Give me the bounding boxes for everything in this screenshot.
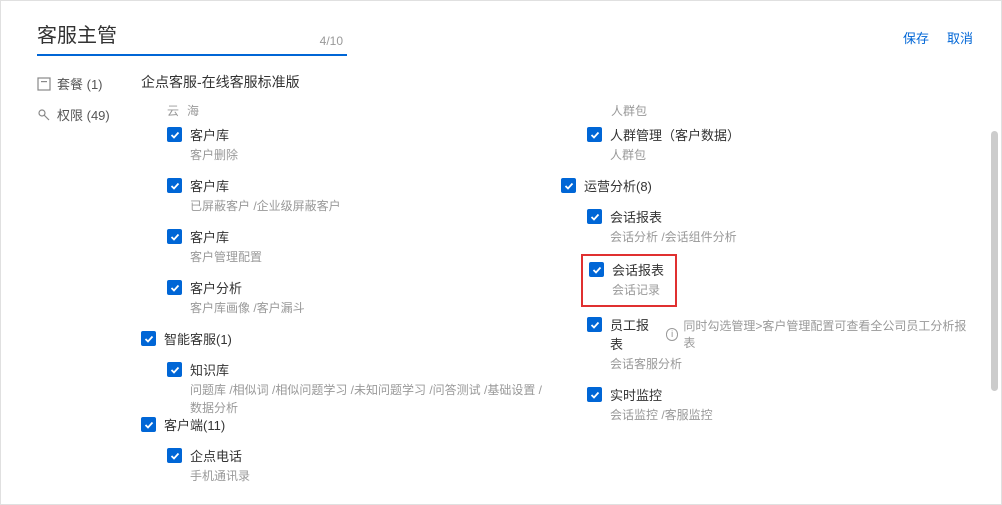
truncated-text: 人群包 bbox=[561, 102, 971, 119]
checkbox[interactable] bbox=[587, 387, 602, 402]
sidebar: 套餐 (1) 权限 (49) bbox=[37, 68, 137, 499]
permission-label: 客户库 bbox=[190, 227, 262, 246]
permission-column-left: 云海 客户库 客户删除 客户库 已屏蔽客户 /企业级屏蔽客户 bbox=[141, 102, 561, 482]
permission-item: 客户分析 客户库画像 /客户漏斗 bbox=[141, 272, 551, 323]
page-counter: 4/10 bbox=[320, 34, 347, 48]
permission-label: 知识库 bbox=[190, 360, 551, 379]
permission-sublabel: 客户删除 bbox=[190, 146, 238, 164]
permission-label: 会话报表 bbox=[610, 207, 737, 226]
permission-sublabel: 会话客服分析 bbox=[610, 355, 971, 373]
checkbox[interactable] bbox=[167, 448, 182, 463]
permission-sublabel: 会话监控 /客服监控 bbox=[610, 406, 713, 424]
truncated-text: 云海 bbox=[141, 102, 551, 119]
permission-sublabel: 手机通讯录 bbox=[190, 467, 250, 482]
product-title: 企点客服-在线客服标准版 bbox=[141, 68, 1001, 102]
checkbox[interactable] bbox=[167, 280, 182, 295]
permission-sublabel: 已屏蔽客户 /企业级屏蔽客户 bbox=[190, 197, 341, 215]
page-title: 客服主管 bbox=[37, 19, 117, 48]
cancel-button[interactable]: 取消 bbox=[947, 28, 973, 47]
checkbox[interactable] bbox=[589, 262, 604, 277]
permission-label: 客户库 bbox=[190, 176, 341, 195]
sidebar-item-label: 套餐 (1) bbox=[57, 74, 103, 93]
permission-label: 实时监控 bbox=[610, 385, 713, 404]
permission-label: 企点电话 bbox=[190, 446, 250, 465]
sidebar-item-label: 权限 (49) bbox=[57, 105, 110, 124]
checkbox[interactable] bbox=[561, 178, 576, 193]
scrollbar[interactable] bbox=[991, 131, 998, 391]
permission-item: 会话报表 会话分析 /会话组件分析 bbox=[561, 201, 971, 252]
checkbox[interactable] bbox=[587, 209, 602, 224]
save-button[interactable]: 保存 bbox=[903, 28, 929, 47]
permission-item: 实时监控 会话监控 /客服监控 bbox=[561, 379, 971, 430]
permission-sublabel: 问题库 /相似词 /相似问题学习 /未知问题学习 /问答测试 /基础设置 /数据… bbox=[190, 381, 551, 417]
permission-item: 客户库 客户管理配置 bbox=[141, 221, 551, 272]
permission-item: 客户库 已屏蔽客户 /企业级屏蔽客户 bbox=[141, 170, 551, 221]
permission-sublabel: 客户管理配置 bbox=[190, 248, 262, 266]
checkbox[interactable] bbox=[587, 127, 602, 142]
permission-label: 客户库 bbox=[190, 125, 238, 144]
permission-label: 人群管理（客户数据） bbox=[610, 125, 740, 144]
permission-label: 运营分析(8) bbox=[584, 176, 652, 195]
permission-sublabel: 会话分析 /会话组件分析 bbox=[610, 228, 737, 246]
permission-group: 运营分析(8) bbox=[561, 170, 971, 201]
checkbox[interactable] bbox=[167, 127, 182, 142]
permission-label: 客户分析 bbox=[190, 278, 305, 297]
permission-item: 员工报表 i 同时勾选管理>客户管理配置可查看全公司员工分析报表 会话客服分析 bbox=[561, 309, 971, 379]
checkbox[interactable] bbox=[587, 317, 602, 332]
checkbox[interactable] bbox=[167, 178, 182, 193]
permission-info: 同时勾选管理>客户管理配置可查看全公司员工分析报表 bbox=[683, 317, 971, 351]
permission-sublabel: 会话记录 bbox=[612, 281, 664, 299]
permission-item: 知识库 问题库 /相似词 /相似问题学习 /未知问题学习 /问答测试 /基础设置… bbox=[141, 354, 551, 423]
permission-item: 企点电话 手机通讯录 bbox=[141, 440, 551, 482]
permission-sublabel: 客户库画像 /客户漏斗 bbox=[190, 299, 305, 317]
permission-group: 智能客服(1) bbox=[141, 323, 551, 354]
highlighted-permission: 会话报表 会话记录 bbox=[581, 254, 677, 307]
permission-label: 智能客服(1) bbox=[164, 329, 232, 348]
checkbox[interactable] bbox=[141, 331, 156, 346]
sidebar-item-permission[interactable]: 权限 (49) bbox=[37, 99, 137, 130]
permission-sublabel: 人群包 bbox=[610, 146, 740, 164]
permission-column-right: 人群包 人群管理（客户数据） 人群包 运营分析(8) bbox=[561, 102, 1001, 482]
checkbox[interactable] bbox=[167, 362, 182, 377]
permission-item: 客户库 客户删除 bbox=[141, 119, 551, 170]
key-icon bbox=[37, 108, 51, 122]
permission-label: 会话报表 bbox=[612, 260, 664, 279]
checkbox[interactable] bbox=[167, 229, 182, 244]
sidebar-item-package[interactable]: 套餐 (1) bbox=[37, 68, 137, 99]
package-icon bbox=[37, 77, 51, 91]
permission-item: 人群管理（客户数据） 人群包 bbox=[561, 119, 971, 170]
info-icon: i bbox=[666, 328, 679, 341]
permission-label: 员工报表 bbox=[610, 315, 661, 353]
permission-item: 会话报表 会话记录 bbox=[589, 260, 669, 299]
